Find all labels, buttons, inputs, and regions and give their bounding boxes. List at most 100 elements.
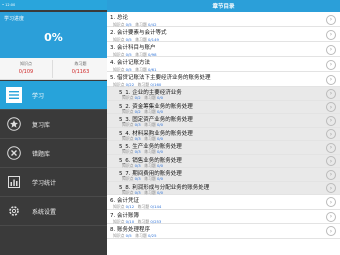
chevron-right-icon[interactable]: › [326, 142, 336, 153]
knowledge-label: 知识点 [122, 108, 134, 114]
chevron-right-icon[interactable]: › [326, 74, 336, 85]
subchapter-row[interactable]: 5_8. 利润形成与分配业务的账务处理 知识点 0/3 练习题 0/0 › [107, 181, 340, 195]
cross-circle-icon [6, 145, 22, 161]
stat-knowledge-value: 0/109 [18, 69, 34, 75]
sidebar-item-review[interactable]: 复习库 [0, 110, 107, 139]
knowledge-label: 知识点 [122, 135, 134, 141]
chapter-title: 4. 会计记账方法 [110, 60, 150, 66]
subchapter-row[interactable]: 5_1. 企业的主要经济业务 知识点 0/2 练习题 0/0 › [107, 87, 340, 101]
page-title-bar: 章节目录 [107, 0, 340, 12]
stat-knowledge-label: 知识点 [20, 61, 32, 66]
list-icon [6, 87, 22, 103]
status-bar: • 12:00 [0, 0, 107, 10]
knowledge-count: 0/2 [134, 95, 141, 100]
chapter-row[interactable]: 1. 总论 知识点 0/5 练习题 0/42 › [107, 12, 340, 27]
chevron-right-icon[interactable]: › [326, 115, 336, 126]
chapter-title: 6. 会计凭证 [110, 198, 139, 204]
knowledge-label: 知识点 [122, 122, 134, 127]
knowledge-count: 0/3 [134, 162, 141, 168]
chapter-row[interactable]: 8. 账务处理程序 知识点 0/5 练习题 0/25 › [107, 224, 340, 239]
chevron-right-icon[interactable]: › [326, 102, 336, 113]
knowledge-count: 0/5 [125, 21, 132, 27]
chapter-list: 1. 总论 知识点 0/5 练习题 0/42 › 2. 会计要素与会计等式 知识点 0/… [107, 12, 340, 239]
exercise-count: 0/149 [147, 36, 159, 42]
chevron-right-icon[interactable]: › [326, 88, 336, 99]
knowledge-label: 知识点 [122, 95, 134, 100]
sidebar-item-settings[interactable]: 系统设置 [0, 197, 107, 226]
exercise-label: 练习题 [144, 176, 156, 181]
subchapter-row[interactable]: 5_7. 期间费用的账务处理 知识点 0/3 练习题 0/0 › [107, 168, 340, 182]
subchapter-row[interactable]: 5_3. 固定资产业务的账务处理 知识点 0/3 练习题 0/0 › [107, 114, 340, 128]
knowledge-count: 0/12 [125, 204, 135, 209]
exercise-label: 练习题 [144, 149, 156, 154]
chevron-right-icon[interactable]: › [326, 183, 336, 194]
chevron-right-icon[interactable]: › [326, 129, 336, 140]
exercise-count: 0/0 [156, 122, 164, 127]
chapter-meta: 知识点 0/5 练习题 0/25 [113, 233, 157, 239]
exercise-count: 0/42 [147, 21, 157, 27]
chapter-title: 1. 总论 [110, 15, 128, 21]
exercise-label: 练习题 [135, 233, 147, 238]
progress-value: 0% [44, 31, 63, 44]
chevron-right-icon[interactable]: › [326, 197, 336, 208]
chevron-right-icon[interactable]: › [326, 156, 336, 167]
knowledge-count: 0/3 [134, 176, 141, 181]
exercise-label: 练习题 [144, 122, 156, 127]
knowledge-label: 知识点 [113, 66, 125, 72]
knowledge-label: 知识点 [113, 233, 125, 238]
exercise-count: 0/0 [156, 135, 164, 141]
sidebar-item-mistakes[interactable]: 错题库 [0, 139, 107, 168]
knowledge-count: 0/3 [134, 149, 141, 154]
subchapter-row[interactable]: 5_2. 资金筹集业务的账务处理 知识点 0/2 练习题 0/0 › [107, 100, 340, 114]
bar-chart-icon [6, 174, 22, 190]
sidebar-item-stats[interactable]: 学习统计 [0, 168, 107, 197]
stat-knowledge: 知识点 0/109 [0, 60, 53, 78]
knowledge-label: 知识点 [122, 162, 134, 168]
knowledge-count: 0/3 [134, 122, 141, 127]
exercise-count: 0/253 [150, 218, 162, 224]
sidebar-item-study[interactable]: 学习 [0, 81, 107, 110]
exercise-count: 0/0 [156, 95, 164, 100]
chapter-row[interactable]: 2. 会计要素与会计等式 知识点 0/5 练习题 0/149 › [107, 27, 340, 42]
knowledge-count: 0/5 [125, 51, 132, 57]
sidebar-nav: 学习 复习库 错题库 学习统计 系统设置 [0, 81, 107, 226]
knowledge-count: 0/5 [125, 233, 132, 238]
chevron-right-icon[interactable]: › [326, 169, 336, 180]
chapter-panel: 章节目录 1. 总论 知识点 0/5 练习题 0/42 › 2. 会计要素与会计等式知… [107, 0, 340, 255]
knowledge-label: 知识点 [113, 51, 125, 57]
stat-exercise-label: 练习题 [74, 61, 87, 66]
chapter-row[interactable]: 5. 借贷记账法下主要经济业务的账务处理 知识点 0/22 练习题 0/160 › [107, 72, 340, 87]
chapter-title: 8. 账务处理程序 [110, 227, 150, 233]
exercise-count: 0/0 [156, 189, 164, 195]
exercise-count: 0/98 [147, 51, 157, 57]
exercise-label: 练习题 [144, 108, 156, 114]
chevron-right-icon[interactable]: › [326, 14, 336, 25]
chapter-title: 7. 会计账簿 [110, 212, 139, 219]
exercise-label: 练习题 [137, 204, 150, 209]
exercise-label: 练习题 [144, 135, 156, 141]
chevron-right-icon[interactable]: › [326, 29, 336, 40]
stats-box: 知识点 0/109 练习题 0/1163 [0, 58, 107, 80]
subchapter-row[interactable]: 5_4. 材料采购业务的账务处理 知识点 0/3 练习题 0/0 › [107, 127, 340, 141]
chapter-row[interactable]: 4. 会计记账方法 知识点 0/5 练习题 0/61 › [107, 57, 340, 72]
knowledge-label: 知识点 [122, 176, 134, 181]
knowledge-label: 知识点 [113, 218, 125, 224]
subchapter-row[interactable]: 5_6. 销售业务的账务处理 知识点 0/3 练习题 0/0 › [107, 154, 340, 168]
chevron-right-icon[interactable]: › [326, 44, 336, 55]
chevron-right-icon[interactable]: › [326, 226, 336, 237]
progress-title: 学习进度 [4, 16, 25, 22]
chapter-row[interactable]: 6. 会计凭证 知识点 0/12 练习题 0/144 › [107, 195, 340, 210]
knowledge-label: 知识点 [122, 149, 134, 154]
chapter-row[interactable]: 7. 会计账簿 知识点 0/10 练习题 0/253 › [107, 210, 340, 224]
chapter-row[interactable]: 3. 会计科目与账户 知识点 0/5 练习题 0/98 › [107, 42, 340, 57]
knowledge-count: 0/5 [125, 36, 132, 42]
knowledge-count: 0/10 [125, 218, 135, 224]
progress-card: 学习进度 0% [0, 12, 107, 58]
knowledge-count: 0/3 [134, 135, 141, 141]
exercise-label: 练习题 [144, 189, 156, 195]
subchapter-row[interactable]: 5_5. 生产业务的账务处理 知识点 0/3 练习题 0/0 › [107, 141, 340, 155]
exercise-count: 0/61 [147, 66, 157, 72]
exercise-label: 练习题 [144, 162, 156, 168]
chevron-right-icon[interactable]: › [326, 211, 336, 222]
chevron-right-icon[interactable]: › [326, 59, 336, 70]
